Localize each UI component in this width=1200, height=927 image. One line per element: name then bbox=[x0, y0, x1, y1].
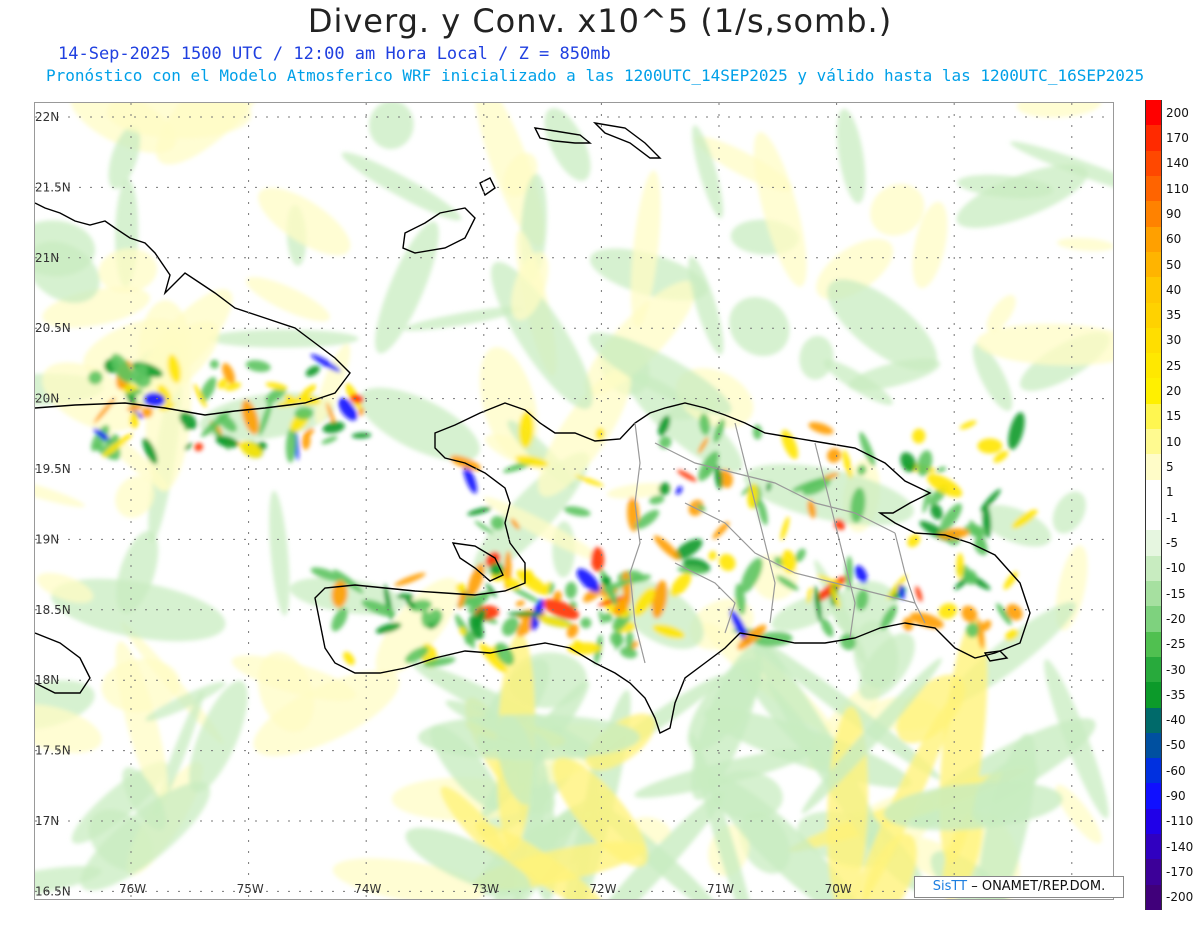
colorbar-cell bbox=[1145, 251, 1162, 278]
colorbar-label: -50 bbox=[1166, 738, 1186, 753]
credit-text: – ONAMET/REP.DOM. bbox=[971, 879, 1106, 894]
colorbar-cell bbox=[1145, 530, 1162, 556]
colorbar-cell bbox=[1145, 277, 1162, 303]
lat-label: 20.5N bbox=[35, 321, 71, 335]
colorbar-label: -140 bbox=[1166, 839, 1194, 854]
map-panel: 22N 21.5N 21N 20.5N 20N 19.5N 19N 18.5N 18N 17.5N… bbox=[34, 102, 1114, 900]
colorbar-label: 90 bbox=[1166, 206, 1182, 221]
colorbar-cell bbox=[1145, 783, 1162, 809]
lat-label: 16.5N bbox=[35, 884, 71, 898]
colorbar-label: 40 bbox=[1166, 282, 1182, 297]
colorbar-label: 25 bbox=[1166, 358, 1182, 373]
lat-label: 18N bbox=[35, 673, 59, 687]
lat-label: 19.5N bbox=[35, 462, 71, 476]
colorbar-label: -15 bbox=[1166, 586, 1186, 601]
sistt-logo: SisTT bbox=[932, 879, 968, 894]
colorbar-label: -200 bbox=[1166, 890, 1194, 905]
colorbar-label: -90 bbox=[1166, 789, 1186, 804]
colorbar-label: -20 bbox=[1166, 611, 1186, 626]
shade-blob bbox=[580, 617, 592, 629]
colorbar-cell bbox=[1145, 226, 1162, 252]
lat-label: 22N bbox=[35, 110, 59, 124]
colorbar-cell bbox=[1145, 580, 1162, 607]
colorbar-label: 60 bbox=[1166, 232, 1182, 247]
colorbar-cell bbox=[1145, 175, 1162, 202]
lat-label: 21N bbox=[35, 251, 59, 265]
colorbar-label: -170 bbox=[1166, 865, 1194, 880]
chart-title: Diverg. y Conv. x10^5 (1/s,somb.) bbox=[307, 2, 893, 40]
colorbar-cell bbox=[1145, 732, 1162, 759]
colorbar-label: -10 bbox=[1166, 561, 1186, 576]
lon-label: 72W bbox=[589, 882, 616, 896]
lat-label: 21.5N bbox=[35, 180, 71, 194]
shade-blob bbox=[207, 329, 359, 348]
lon-label: 70W bbox=[825, 882, 852, 896]
colorbar-label: 20 bbox=[1166, 384, 1182, 399]
colorbar-cell bbox=[1145, 454, 1162, 480]
colorbar-cell bbox=[1145, 631, 1162, 657]
colorbar-label: 35 bbox=[1166, 308, 1182, 323]
colorbar-cell bbox=[1145, 834, 1162, 860]
colorbar-label: -1 bbox=[1166, 510, 1178, 525]
colorbar-cell bbox=[1145, 327, 1162, 354]
colorbar-label: -40 bbox=[1166, 713, 1186, 728]
colorbar-cell bbox=[1145, 302, 1162, 328]
colorbar-label: -110 bbox=[1166, 814, 1194, 829]
colorbar-label: 10 bbox=[1166, 434, 1182, 449]
shade-blob bbox=[129, 411, 139, 429]
colorbar-label: 50 bbox=[1166, 257, 1182, 272]
colorbar-cell bbox=[1145, 859, 1162, 885]
lon-label: 75W bbox=[237, 882, 264, 896]
colorbar-label: 15 bbox=[1166, 409, 1182, 424]
lat-label: 19N bbox=[35, 532, 59, 546]
colorbar bbox=[1145, 100, 1162, 910]
colorbar-label: 140 bbox=[1166, 156, 1189, 171]
colorbar-label: -5 bbox=[1166, 535, 1178, 550]
subtitle-model: Pronóstico con el Modelo Atmosferico WRF… bbox=[46, 66, 1145, 85]
shade-blob bbox=[977, 438, 1003, 454]
colorbar-cell bbox=[1145, 403, 1162, 430]
lat-label: 17N bbox=[35, 814, 59, 828]
colorbar-cell bbox=[1145, 682, 1162, 708]
colorbar-cell bbox=[1145, 884, 1162, 910]
colorbar-cell bbox=[1145, 555, 1162, 581]
colorbar-cell bbox=[1145, 758, 1162, 784]
lat-label: 18.5N bbox=[35, 603, 71, 617]
colorbar-label: 1 bbox=[1166, 485, 1174, 500]
colorbar-cell bbox=[1145, 606, 1162, 632]
colorbar-cell bbox=[1145, 479, 1162, 505]
colorbar-cell bbox=[1145, 429, 1162, 455]
map-svg: 22N 21.5N 21N 20.5N 20N 19.5N 19N 18.5N 18N 17.5N… bbox=[35, 103, 1113, 899]
colorbar-cell bbox=[1145, 808, 1162, 835]
colorbar-label: -60 bbox=[1166, 763, 1186, 778]
colorbar-cell bbox=[1145, 125, 1162, 151]
colorbar-cell bbox=[1145, 150, 1162, 176]
colorbar-label: 170 bbox=[1166, 130, 1189, 145]
colorbar-label: 5 bbox=[1166, 460, 1174, 475]
colorbar-cell bbox=[1145, 353, 1162, 379]
credit-box: SisTT – ONAMET/REP.DOM. bbox=[914, 876, 1124, 898]
lon-label: 73W bbox=[472, 882, 499, 896]
lon-label: 74W bbox=[354, 882, 381, 896]
colorbar-cell bbox=[1145, 505, 1162, 531]
colorbar-cell bbox=[1145, 378, 1162, 404]
lon-label: 76W bbox=[119, 882, 146, 896]
colorbar-cell bbox=[1145, 656, 1162, 683]
colorbar-label: -30 bbox=[1166, 662, 1186, 677]
colorbar-label: -35 bbox=[1166, 687, 1186, 702]
subtitle-time: 14-Sep-2025 1500 UTC / 12:00 am Hora Loc… bbox=[58, 44, 611, 64]
lon-label: 71W bbox=[707, 882, 734, 896]
colorbar-label: 200 bbox=[1166, 105, 1189, 120]
colorbar-label: 30 bbox=[1166, 333, 1182, 348]
colorbar-label: 110 bbox=[1166, 181, 1189, 196]
lat-label: 20N bbox=[35, 392, 59, 406]
colorbar-cell bbox=[1145, 201, 1162, 227]
colorbar-cell bbox=[1145, 707, 1162, 733]
colorbar-label: -25 bbox=[1166, 637, 1186, 652]
lat-label: 17.5N bbox=[35, 744, 71, 758]
colorbar-cell bbox=[1145, 100, 1162, 126]
